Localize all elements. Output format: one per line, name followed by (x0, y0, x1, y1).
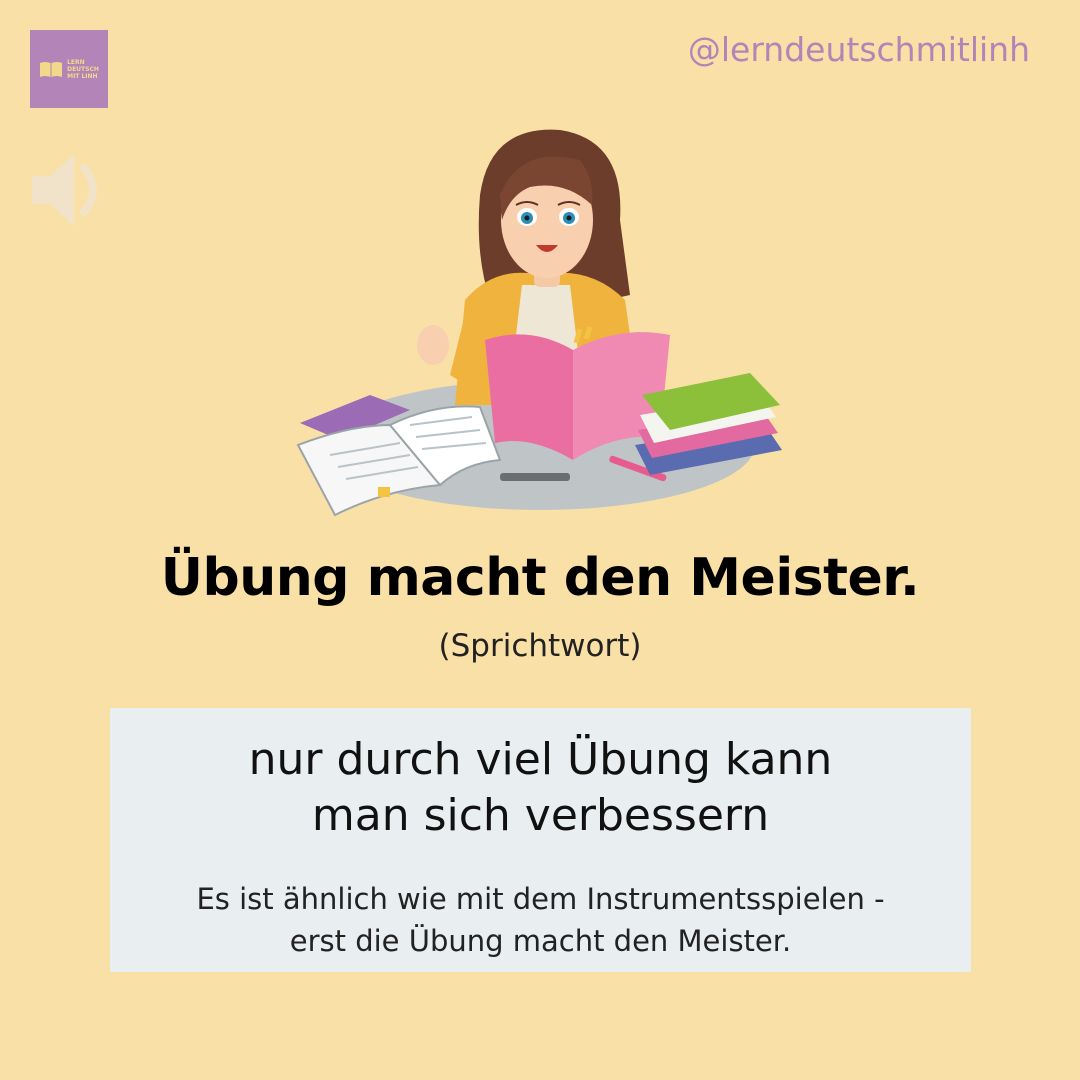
brand-logo: LERN DEUTSCH MIT LINH (30, 30, 108, 108)
meaning-line: man sich verbessern (311, 790, 770, 841)
explanation-line: Es ist ähnlich wie mit dem Instrumentssp… (196, 882, 885, 916)
proverb-type: (Sprichtwort) (438, 628, 642, 664)
logo-line: MIT LINH (67, 72, 98, 80)
logo-line: DEUTSCH (67, 65, 99, 73)
meaning-line: nur durch viel Übung kann (248, 734, 833, 785)
speaker-icon[interactable] (28, 150, 114, 230)
explanation-line: erst die Übung macht den Meister. (289, 924, 792, 958)
meaning-text: nur durch viel Übung kann man sich verbe… (110, 732, 971, 844)
woman-reading-illustration (296, 129, 782, 517)
meaning-card: nur durch viel Übung kann man sich verbe… (110, 708, 971, 972)
book-icon (40, 62, 63, 77)
logo-line: LERN (67, 58, 85, 66)
explanation-text: Es ist ähnlich wie mit dem Instrumentssp… (110, 878, 971, 962)
proverb-title: Übung macht den Meister. (160, 548, 920, 608)
logo-text: LERN DEUTSCH MIT LINH (67, 59, 99, 80)
fist (417, 325, 449, 365)
pink-book (485, 334, 573, 460)
pen (500, 473, 570, 481)
social-handle: @lerndeutschmitlinh (687, 30, 1030, 69)
